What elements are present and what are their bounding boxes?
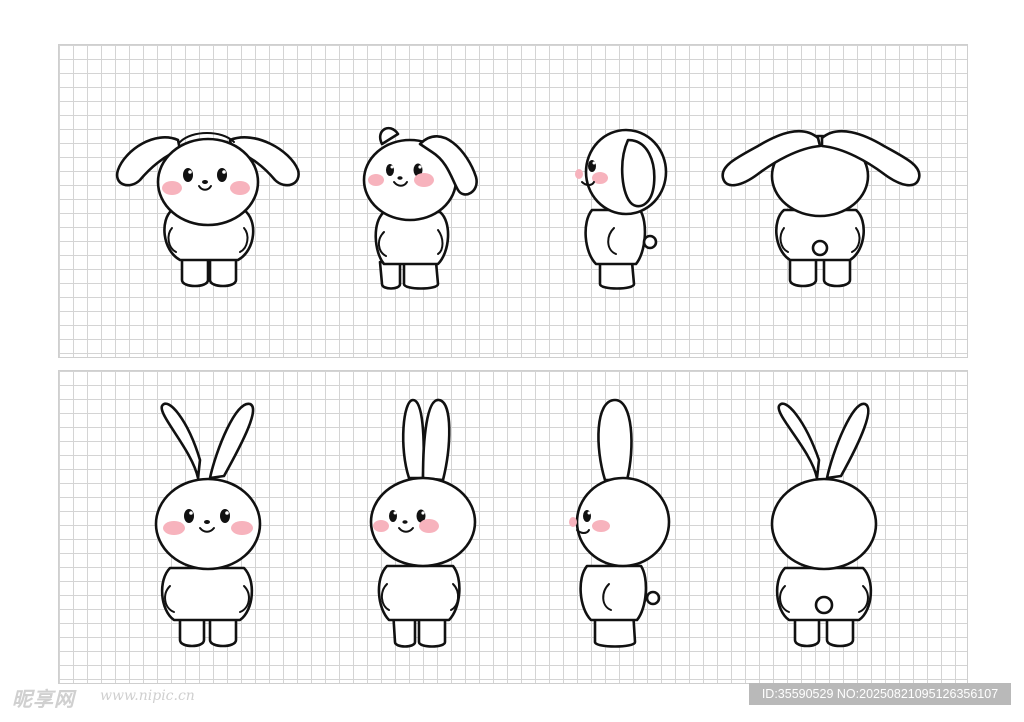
image-id-bar: ID:35590529 NO:20250821095126356107: [749, 683, 1011, 705]
puppy-three-quarter-view: [362, 126, 478, 290]
bunny-three-quarter-view: [369, 398, 477, 648]
puppy-back-view: [721, 129, 921, 288]
bunny-side-view: [569, 398, 671, 648]
bunny-back-view: [770, 402, 878, 648]
bunny-front-view: [154, 402, 262, 648]
watermark-logo: 昵享网: [12, 687, 75, 711]
puppy-side-view: [575, 128, 668, 290]
puppy-front-view: [115, 132, 300, 288]
watermark-url: www.nipic.cn: [100, 688, 195, 704]
